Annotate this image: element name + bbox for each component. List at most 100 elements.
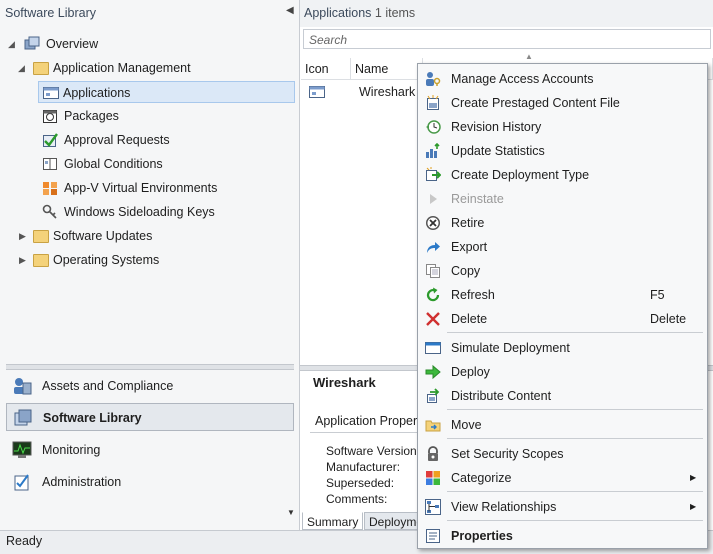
expand-arrow-icon[interactable]: ◢: [18, 57, 25, 79]
divider: [310, 432, 420, 433]
menu-item-create-deployment-type[interactable]: Create Deployment Type: [418, 163, 707, 187]
approval-requests-icon: [43, 133, 58, 147]
detail-label: Manufacturer:: [326, 460, 401, 474]
categorize-icon: [426, 471, 440, 485]
tree-item-software-updates[interactable]: Software Updates: [33, 225, 233, 247]
search-placeholder: Search: [309, 33, 348, 47]
tree-item-appv-environments[interactable]: App-V Virtual Environments: [42, 177, 262, 199]
menu-item-refresh[interactable]: Refresh F5: [418, 283, 707, 307]
detail-label: Superseded:: [326, 476, 395, 490]
menu-item-label: Reinstate: [451, 192, 504, 206]
tree-item-label: Overview: [46, 37, 99, 51]
menu-item-shortcut: F5: [650, 288, 665, 302]
tree-item-label: Application Management: [53, 61, 191, 75]
workspace-software-library[interactable]: Software Library: [6, 403, 294, 431]
tree-item-packages[interactable]: Packages: [42, 105, 242, 127]
results-count: 1 items: [374, 6, 416, 20]
view-relationships-icon: [425, 499, 441, 515]
menu-item-label: Create Deployment Type: [451, 168, 590, 182]
monitoring-icon: [12, 441, 32, 458]
menu-item-deploy[interactable]: Deploy: [418, 360, 707, 384]
menu-item-distribute-content[interactable]: Distribute Content: [418, 384, 707, 408]
tree-item-label: Applications: [63, 86, 131, 100]
menu-item-categorize[interactable]: Categorize ▶: [418, 466, 707, 490]
expand-arrow-icon[interactable]: ◢: [8, 33, 15, 55]
tree-item-applications[interactable]: Applications: [38, 81, 295, 103]
menu-item-view-relationships[interactable]: View Relationships ▶: [418, 495, 707, 519]
export-icon: [427, 242, 440, 253]
menu-item-export[interactable]: Export: [418, 235, 707, 259]
menu-item-reinstate: Reinstate: [418, 187, 707, 211]
tree-item-label: Packages: [64, 109, 119, 123]
tree-item-overview[interactable]: Overview: [24, 33, 224, 55]
tree-item-application-management[interactable]: Application Management: [33, 57, 253, 79]
tab-deployments[interactable]: Deployme: [364, 512, 420, 530]
detail-label: Software Version:: [326, 444, 421, 458]
menu-item-label: Copy: [451, 264, 481, 278]
simulate-deployment-icon: [425, 342, 441, 354]
move-icon: [425, 420, 441, 432]
menu-item-copy[interactable]: Copy: [418, 259, 707, 283]
menu-item-retire[interactable]: Retire: [418, 211, 707, 235]
column-header-label: Name: [355, 62, 389, 76]
workspace-administration[interactable]: Administration: [6, 468, 294, 496]
menu-separator: [447, 409, 703, 410]
menu-item-label: Delete: [451, 312, 488, 326]
expand-arrow-icon[interactable]: ▶: [19, 249, 26, 271]
menu-separator: [447, 332, 703, 333]
workspace-label: Assets and Compliance: [42, 379, 174, 393]
submenu-arrow-icon: ▶: [690, 473, 697, 482]
menu-item-properties[interactable]: Properties: [418, 524, 707, 548]
menu-item-delete[interactable]: Delete Delete: [418, 307, 707, 331]
menu-item-label: Create Prestaged Content File: [451, 96, 620, 110]
menu-item-label: Update Statistics: [451, 144, 545, 158]
tab-summary[interactable]: Summary: [302, 512, 364, 530]
menu-item-label: Deploy: [451, 365, 490, 379]
tree-item-operating-systems[interactable]: Operating Systems: [33, 249, 233, 271]
security-scopes-icon: [428, 446, 438, 461]
menu-item-update-statistics[interactable]: Update Statistics: [418, 139, 707, 163]
search-input[interactable]: Search: [303, 29, 711, 49]
reinstate-icon: [430, 194, 437, 204]
menu-item-label: Manage Access Accounts: [451, 72, 594, 86]
details-group-title: Application Propert: [315, 414, 421, 428]
software-library-icon: [14, 409, 32, 426]
menu-item-label: View Relationships: [451, 500, 557, 514]
retire-icon: [426, 216, 440, 230]
menu-item-move[interactable]: Move: [418, 413, 707, 437]
table-row[interactable]: Wireshark: [303, 81, 423, 103]
workspace-overflow-icon[interactable]: ▼: [287, 508, 295, 517]
folder-icon: [33, 230, 49, 243]
menu-item-simulate-deployment[interactable]: Simulate Deployment: [418, 336, 707, 360]
menu-item-manage-access-accounts[interactable]: Manage Access Accounts: [418, 67, 707, 91]
collapse-pane-icon[interactable]: ◀: [286, 5, 294, 16]
menu-item-shortcut: Delete: [650, 312, 687, 326]
expand-arrow-icon[interactable]: ▶: [19, 225, 26, 247]
update-statistics-icon: [426, 143, 440, 158]
pane-splitter[interactable]: [6, 364, 294, 370]
menu-item-revision-history[interactable]: Revision History: [418, 115, 707, 139]
workspace-monitoring[interactable]: Monitoring: [6, 436, 294, 464]
application-icon: [309, 86, 325, 98]
menu-item-label: Revision History: [451, 120, 542, 134]
row-name: Wireshark: [359, 85, 416, 99]
key-icon: [42, 204, 57, 219]
copy-icon: [426, 264, 440, 278]
menu-separator: [447, 520, 703, 521]
folder-icon: [33, 62, 49, 75]
sort-caret-icon: ▲: [525, 52, 533, 61]
menu-item-label: Categorize: [451, 471, 512, 485]
menu-item-set-security-scopes[interactable]: Set Security Scopes: [418, 442, 707, 466]
tree-item-approval-requests[interactable]: Approval Requests: [42, 129, 242, 151]
menu-item-label: Export: [451, 240, 488, 254]
workspace-label: Software Library: [43, 411, 142, 425]
menu-separator: [447, 438, 703, 439]
tree-item-sideloading-keys[interactable]: Windows Sideloading Keys: [42, 201, 262, 223]
tree-item-global-conditions[interactable]: Global Conditions: [42, 153, 242, 175]
appv-environments-icon: [43, 182, 57, 195]
revision-history-icon: [426, 120, 441, 134]
column-header-name[interactable]: Name: [351, 58, 423, 80]
menu-item-create-prestaged-content[interactable]: Create Prestaged Content File: [418, 91, 707, 115]
workspace-assets-and-compliance[interactable]: Assets and Compliance: [6, 372, 294, 400]
column-header-icon[interactable]: Icon: [301, 58, 351, 80]
